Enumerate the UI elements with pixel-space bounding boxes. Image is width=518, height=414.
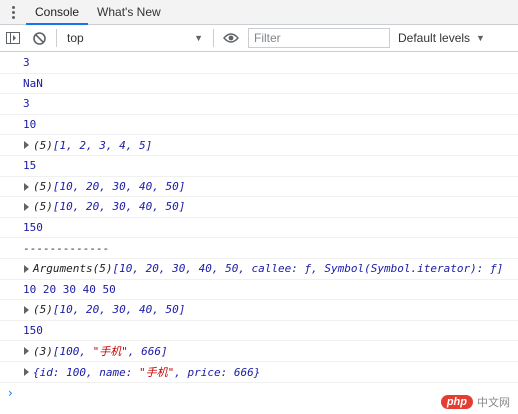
filter-input[interactable] <box>254 31 389 45</box>
toolbar-divider <box>213 29 214 47</box>
log-entry: 3 <box>0 53 518 74</box>
live-expression-eye-icon[interactable] <box>218 25 244 51</box>
log-entry-expandable[interactable]: (5) [1, 2, 3, 4, 5] <box>0 135 518 156</box>
context-selector[interactable]: top ▼ <box>61 31 209 45</box>
dropdown-arrow-icon: ▼ <box>476 33 485 43</box>
log-entry: 150 <box>0 218 518 239</box>
log-entry-expandable[interactable]: (3) [100, "手机", 666] <box>0 341 518 362</box>
log-entry-expandable[interactable]: Arguments(5) [10, 20, 30, 40, 50, callee… <box>0 259 518 280</box>
toolbar-divider <box>56 29 57 47</box>
tab-whats-new[interactable]: What's New <box>88 0 170 24</box>
console-toolbar: top ▼ Default levels ▼ <box>0 25 518 52</box>
log-entry-expandable[interactable]: (5) [10, 20, 30, 40, 50] <box>0 197 518 218</box>
expand-triangle-icon[interactable] <box>24 306 29 315</box>
watermark-logo: php <box>440 395 473 409</box>
console-log: 3 NaN 3 10 (5) [1, 2, 3, 4, 5] 15 (5) [1… <box>0 53 518 403</box>
sidebar-toggle-icon[interactable] <box>0 25 26 51</box>
expand-triangle-icon[interactable] <box>24 367 29 376</box>
expand-triangle-icon[interactable] <box>24 182 29 191</box>
watermark: php 中文网 <box>440 394 510 410</box>
log-entry: 150 <box>0 321 518 342</box>
watermark-text: 中文网 <box>477 397 510 409</box>
expand-triangle-icon[interactable] <box>24 264 29 273</box>
filter-input-wrapper[interactable] <box>248 28 390 48</box>
expand-triangle-icon[interactable] <box>24 347 29 356</box>
log-entry-expandable[interactable]: {id: 100, name: "手机", price: 666} <box>0 362 518 383</box>
context-label: top <box>67 31 84 45</box>
more-options-icon[interactable] <box>0 0 26 24</box>
drawer-tabbar: Console What's New <box>0 0 518 25</box>
log-entry: 15 <box>0 156 518 177</box>
log-entry: 10 20 30 40 50 <box>0 280 518 301</box>
log-levels-label: Default levels <box>398 31 471 45</box>
log-levels-dropdown[interactable]: Default levels ▼ <box>398 31 485 45</box>
tab-console[interactable]: Console <box>26 0 89 25</box>
log-entry: 10 <box>0 115 518 136</box>
log-entry-expandable[interactable]: (5) [10, 20, 30, 40, 50] <box>0 300 518 321</box>
prompt-chevron-icon: › <box>8 385 13 400</box>
expand-triangle-icon[interactable] <box>24 141 29 150</box>
dropdown-arrow-icon: ▼ <box>194 33 203 43</box>
log-entry: ------------- <box>0 238 518 259</box>
expand-triangle-icon[interactable] <box>24 203 29 212</box>
log-entry-expandable[interactable]: (5) [10, 20, 30, 40, 50] <box>0 177 518 198</box>
clear-console-icon[interactable] <box>26 25 52 51</box>
log-entry: 3 <box>0 94 518 115</box>
log-entry: NaN <box>0 74 518 95</box>
